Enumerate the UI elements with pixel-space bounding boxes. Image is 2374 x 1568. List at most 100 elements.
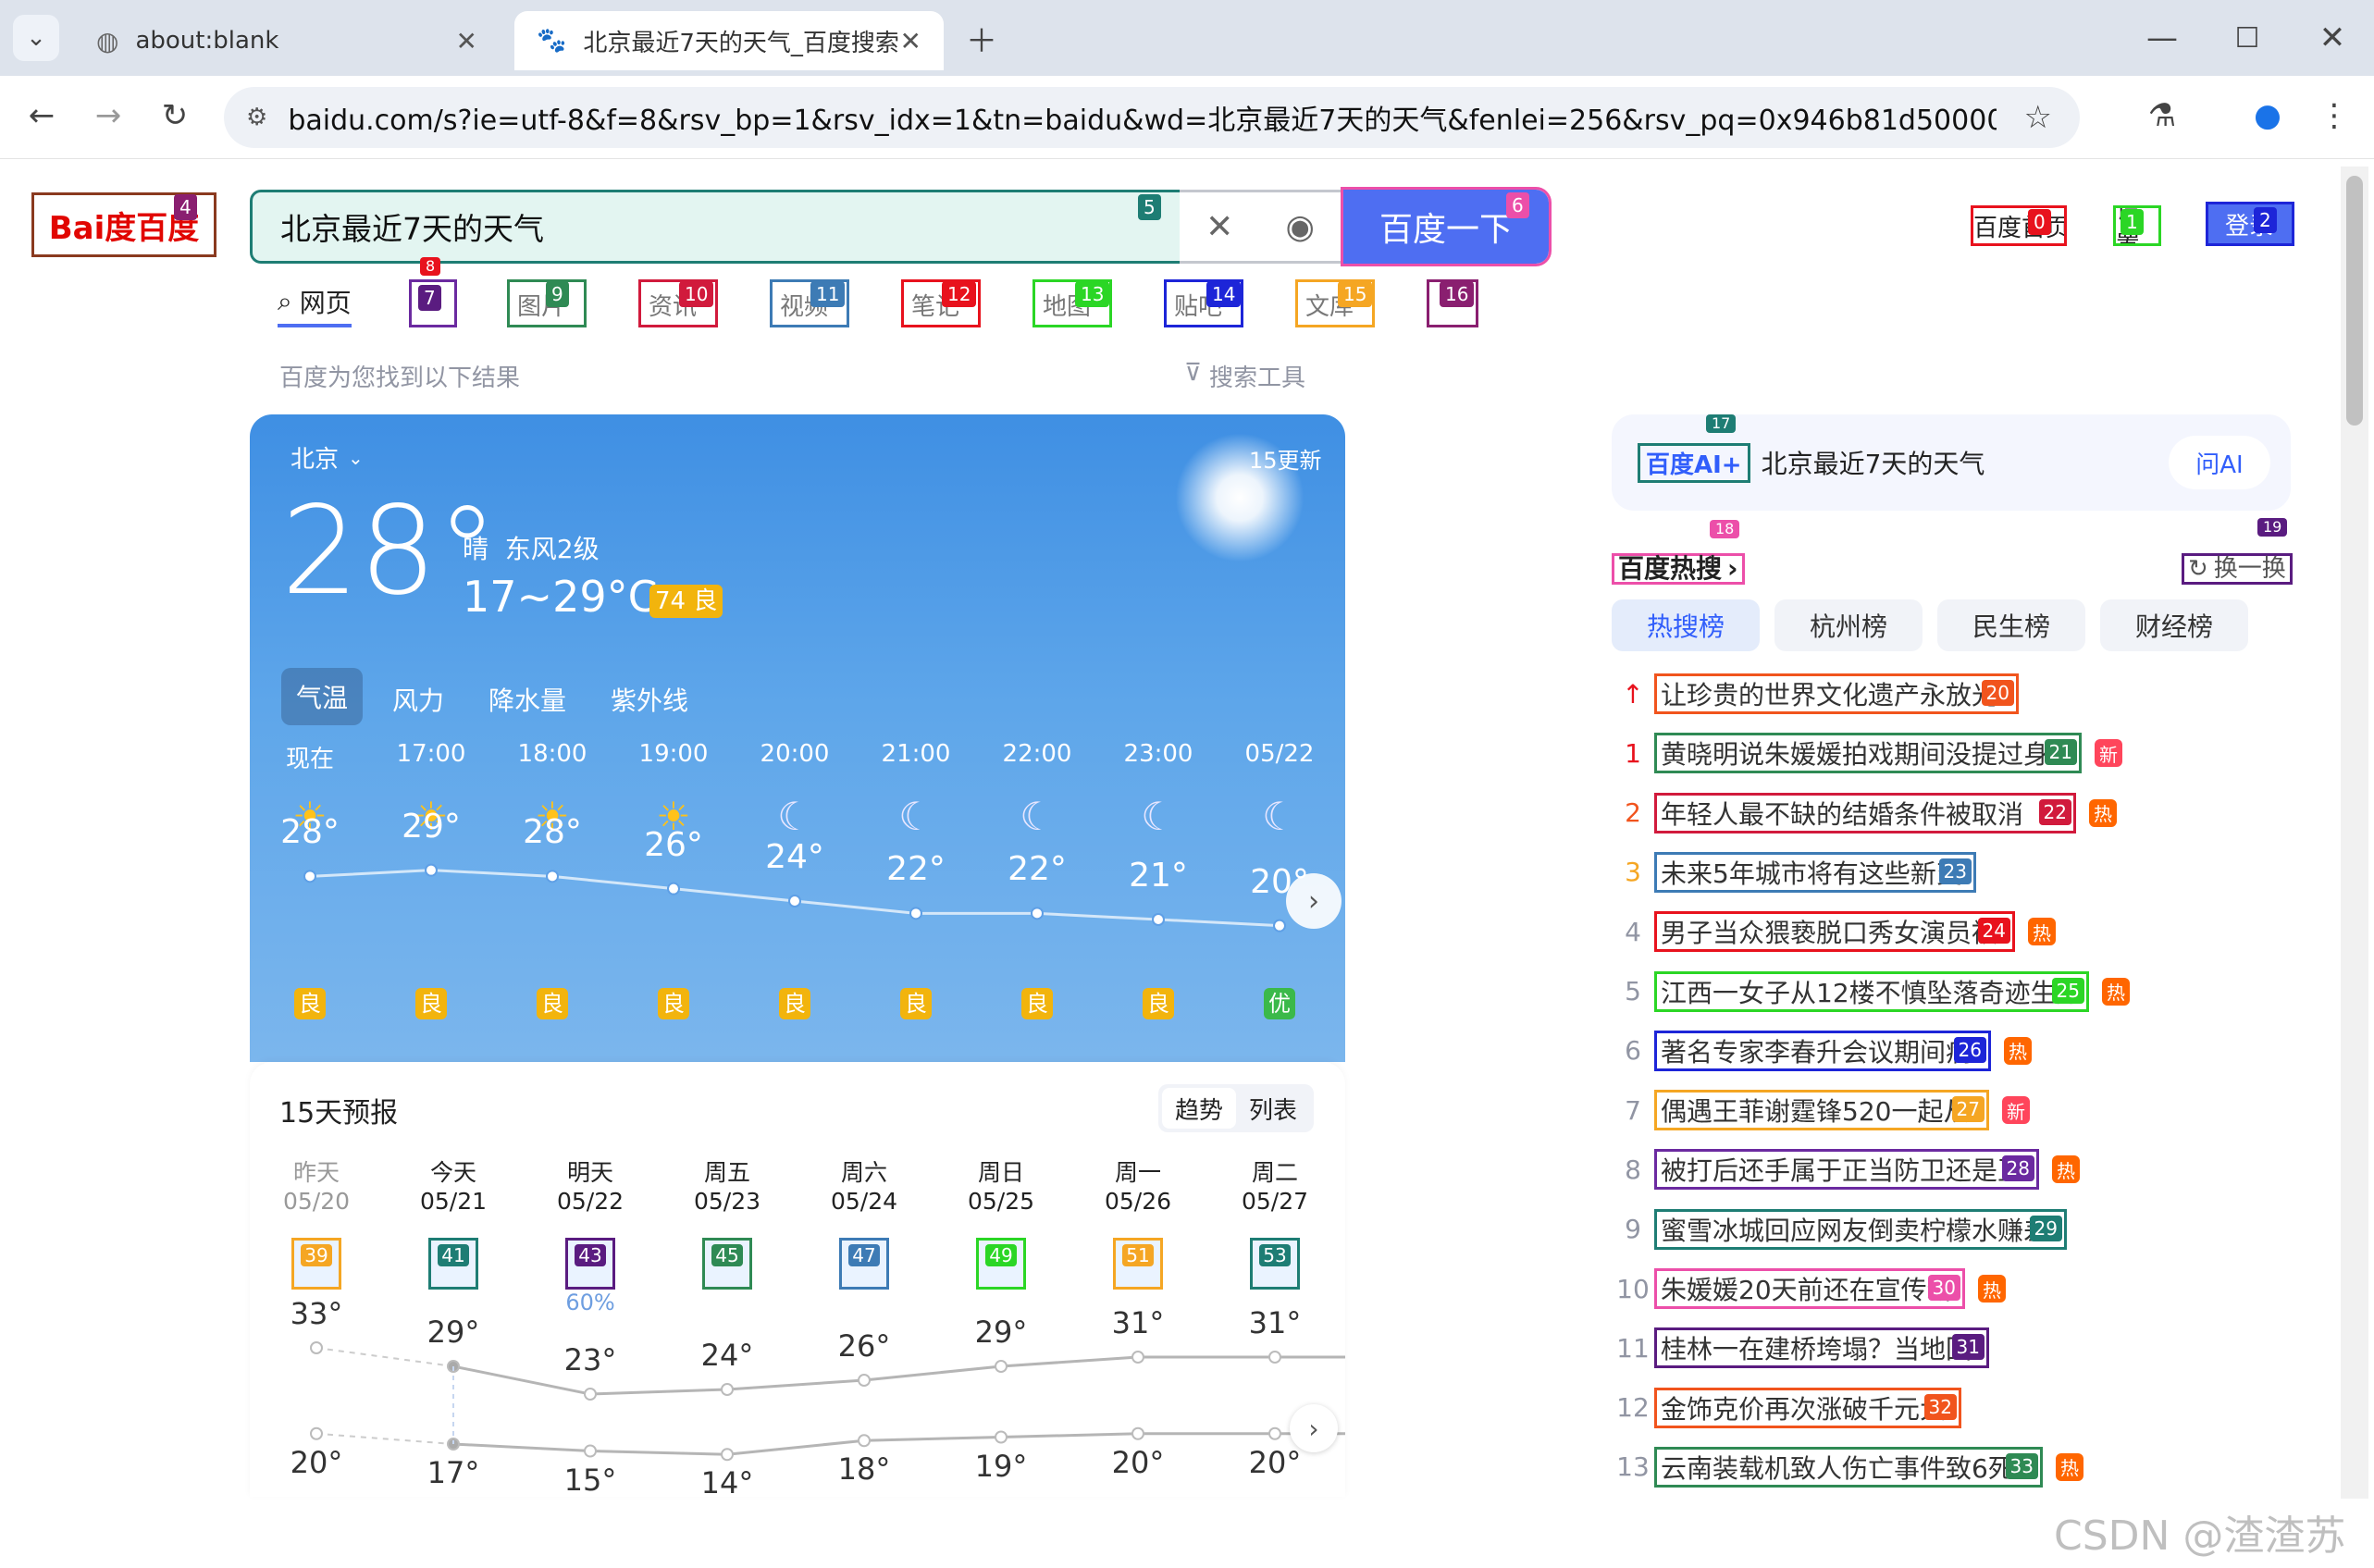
mark-0: 0 bbox=[2028, 209, 2051, 235]
clear-icon[interactable]: ✕ bbox=[1206, 208, 1233, 246]
hot-tag: 热 bbox=[2028, 918, 2056, 946]
hot-item-title[interactable]: 桂林一在建桥垮塌？当地回 31 bbox=[1654, 1327, 1989, 1369]
hot-item-title[interactable]: 未来5年城市将有这些新变 23 bbox=[1654, 851, 1976, 893]
ask-ai-button[interactable]: 问AI bbox=[2169, 436, 2270, 489]
hot-item[interactable]: 1 黄晓明说朱媛媛拍戏期间没提过身 21 新 bbox=[1612, 731, 2122, 775]
hot-item[interactable]: 3 未来5年城市将有这些新变 23 bbox=[1612, 850, 1976, 895]
back-icon[interactable]: ← bbox=[19, 93, 65, 139]
cat-finance[interactable]: 财经榜 bbox=[2100, 599, 2248, 651]
forecast-next-button[interactable]: › bbox=[1290, 1404, 1338, 1452]
hot-item-title[interactable]: 年轻人最不缺的结婚条件被取消 22 bbox=[1654, 792, 2076, 833]
weather-card: 北京 ⌄ 15更新 28° 晴 东风2级 17~29°C 74 良 气温 风力 降… bbox=[250, 414, 1345, 1062]
cat-hot[interactable]: 热搜榜 bbox=[1612, 599, 1760, 651]
baidu-home-link[interactable]: 百度首页 bbox=[1971, 205, 2067, 246]
low-temp-line-point bbox=[858, 1434, 871, 1448]
site-info-icon[interactable]: ⚙ bbox=[246, 104, 267, 131]
hot-item-mark: 28 bbox=[2001, 1155, 2034, 1182]
hot-item-title[interactable]: 男子当众猥亵脱口秀女演员被 24 bbox=[1654, 911, 2015, 953]
login-button[interactable]: 登录 bbox=[2206, 202, 2294, 246]
hourly-temp-point bbox=[909, 907, 922, 920]
hot-item[interactable]: 6 著名专家李春升会议期间病 26 热 bbox=[1612, 1029, 2032, 1073]
hot-item[interactable]: ↑ 让珍贵的世界文化遗产永放光 20 bbox=[1612, 672, 2019, 716]
hourly-temp-point bbox=[1152, 913, 1165, 926]
close-tab-icon[interactable]: ✕ bbox=[900, 26, 921, 56]
hot-item-title[interactable]: 朱媛媛20天前还在宣传新 30 bbox=[1654, 1268, 1965, 1309]
hot-item[interactable]: 4 男子当众猥亵脱口秀女演员被 24 热 bbox=[1612, 909, 2056, 954]
hot-item[interactable]: 12 金饰克价再次涨破千元大 32 bbox=[1612, 1386, 1961, 1430]
hot-search-title[interactable]: 百度热搜 › bbox=[1612, 553, 1745, 585]
minimize-icon[interactable]: — bbox=[2139, 15, 2185, 61]
hot-item-mark: 26 bbox=[1953, 1036, 1986, 1063]
hot-item[interactable]: 10 朱媛媛20天前还在宣传新 30 热 bbox=[1612, 1266, 2006, 1311]
search-input[interactable]: 北京最近7天的天气 bbox=[250, 190, 1180, 264]
hot-item-mark: 23 bbox=[1938, 858, 1972, 884]
hourly-next-button[interactable]: › bbox=[1286, 873, 1342, 929]
high-temp-line-point bbox=[721, 1383, 734, 1396]
hot-item[interactable]: 2 年轻人最不缺的结婚条件被取消 22 热 bbox=[1612, 791, 2117, 835]
cat-livelihood[interactable]: 民生榜 bbox=[1937, 599, 2085, 651]
high-temp-line-point bbox=[858, 1374, 871, 1387]
browser-tab-bar: ⌄ ◍ about:blank ✕ 🐾 北京最近7天的天气_百度搜索 ✕ ＋ —… bbox=[0, 0, 2374, 76]
search-tools-button[interactable]: ⊽ 搜索工具 bbox=[1184, 359, 1305, 393]
maximize-icon[interactable]: ☐ bbox=[2224, 15, 2270, 61]
hot-item-title[interactable]: 金饰克价再次涨破千元大 32 bbox=[1654, 1387, 1961, 1428]
tab-baidu-search[interactable]: 🐾 北京最近7天的天气_百度搜索 ✕ bbox=[514, 11, 944, 70]
url-text: baidu.com/s?ie=utf-8&f=8&rsv_bp=1&rsv_id… bbox=[288, 105, 1997, 137]
hot-item-title[interactable]: 蜜雪冰城回应网友倒卖柠檬水赚差 29 bbox=[1654, 1208, 2067, 1250]
hot-item-title[interactable]: 黄晓明说朱媛媛拍戏期间没提过身 21 bbox=[1654, 733, 2082, 774]
hourly-temp-line bbox=[303, 863, 1286, 932]
mark-13: 13 bbox=[1075, 281, 1110, 307]
tab-about-blank[interactable]: ◍ about:blank ✕ bbox=[74, 11, 500, 70]
rank-number: 11 bbox=[1616, 1332, 1650, 1364]
hot-item[interactable]: 7 偶遇王菲谢霆锋520一起从 27 新 bbox=[1612, 1088, 2030, 1132]
forward-icon[interactable]: → bbox=[85, 93, 131, 139]
watermark: CSDN @渣渣苏 bbox=[2054, 1512, 2346, 1560]
hot-item[interactable]: 9 蜜雪冰城回应网友倒卖柠檬水赚差 29 bbox=[1612, 1207, 2067, 1252]
mark-5: 5 bbox=[1138, 194, 1161, 220]
hot-item[interactable]: 5 江西一女子从12楼不慎坠落奇迹生还 25 热 bbox=[1612, 969, 2130, 1014]
page-scrollbar[interactable] bbox=[2341, 167, 2368, 1499]
hot-item[interactable]: 13 云南装载机致人伤亡事件致6死 33 热 bbox=[1612, 1445, 2083, 1489]
pin-top-icon: ↑ bbox=[1622, 678, 1644, 710]
mark-2: 2 bbox=[2254, 207, 2277, 233]
hourly-temp-point bbox=[1031, 907, 1044, 920]
hot-item-title[interactable]: 江西一女子从12楼不慎坠落奇迹生还 25 bbox=[1654, 970, 2089, 1012]
cat-hangzhou[interactable]: 杭州榜 bbox=[1774, 599, 1923, 651]
reload-icon[interactable]: ↻ bbox=[152, 93, 198, 139]
profile-avatar-icon[interactable]: ● bbox=[2244, 93, 2291, 139]
bookmark-star-icon[interactable]: ☆ bbox=[2024, 99, 2052, 136]
hourly-temp-point bbox=[303, 870, 316, 883]
hourly-temp-point bbox=[546, 870, 559, 883]
hot-item[interactable]: 11 桂林一在建桥垮塌？当地回 31 bbox=[1612, 1326, 1989, 1370]
forecast-temp-lines bbox=[310, 1341, 1345, 1462]
hot-item-mark: 25 bbox=[2051, 977, 2084, 1004]
close-tab-icon[interactable]: ✕ bbox=[456, 26, 477, 56]
search-icon: ⌕ bbox=[278, 286, 292, 316]
tab-webpage[interactable]: ⌕ 网页 bbox=[278, 279, 352, 327]
address-bar[interactable]: ⚙ baidu.com/s?ie=utf-8&f=8&rsv_bp=1&rsv_… bbox=[224, 87, 2080, 148]
hourly-temp-point bbox=[1273, 919, 1286, 932]
camera-icon[interactable]: ◉ bbox=[1285, 208, 1314, 246]
labs-flask-icon[interactable]: ⚗ bbox=[2139, 93, 2185, 139]
high-temp-line-point bbox=[1268, 1351, 1281, 1364]
mark-4: 4 bbox=[174, 194, 197, 220]
hot-item-title[interactable]: 让珍贵的世界文化遗产永放光 20 bbox=[1654, 673, 2019, 714]
hot-item-title[interactable]: 被打后还手属于正当防卫还是互 28 bbox=[1654, 1149, 2039, 1191]
hot-item-mark: 29 bbox=[2029, 1215, 2062, 1241]
tab-search-icon[interactable]: ⌄ bbox=[13, 15, 59, 61]
high-temp-line-point bbox=[584, 1388, 597, 1401]
hot-item-title[interactable]: 偶遇王菲谢霆锋520一起从 27 bbox=[1654, 1090, 1989, 1131]
close-window-icon[interactable]: ✕ bbox=[2309, 15, 2355, 61]
hot-item-title[interactable]: 著名专家李春升会议期间病 26 bbox=[1654, 1030, 1991, 1071]
scrollbar-thumb[interactable] bbox=[2346, 176, 2363, 426]
hourly-temp-point bbox=[788, 895, 801, 907]
ai-logo: 百度AI+ bbox=[1638, 442, 1750, 483]
hot-item-title[interactable]: 云南装载机致人伤亡事件致6死 33 bbox=[1654, 1446, 2043, 1488]
new-tab-icon[interactable]: ＋ bbox=[958, 15, 1005, 61]
hot-item-mark: 30 bbox=[1927, 1275, 1960, 1301]
hot-item[interactable]: 8 被打后还手属于正当防卫还是互 28 热 bbox=[1612, 1147, 2080, 1191]
menu-kebab-icon[interactable]: ⋮ bbox=[2311, 93, 2357, 139]
baidu-paw-icon: 🐾 bbox=[537, 27, 567, 55]
hot-tag: 热 bbox=[2089, 798, 2117, 827]
refresh-button[interactable]: ↻ 换一换 bbox=[2182, 553, 2293, 585]
